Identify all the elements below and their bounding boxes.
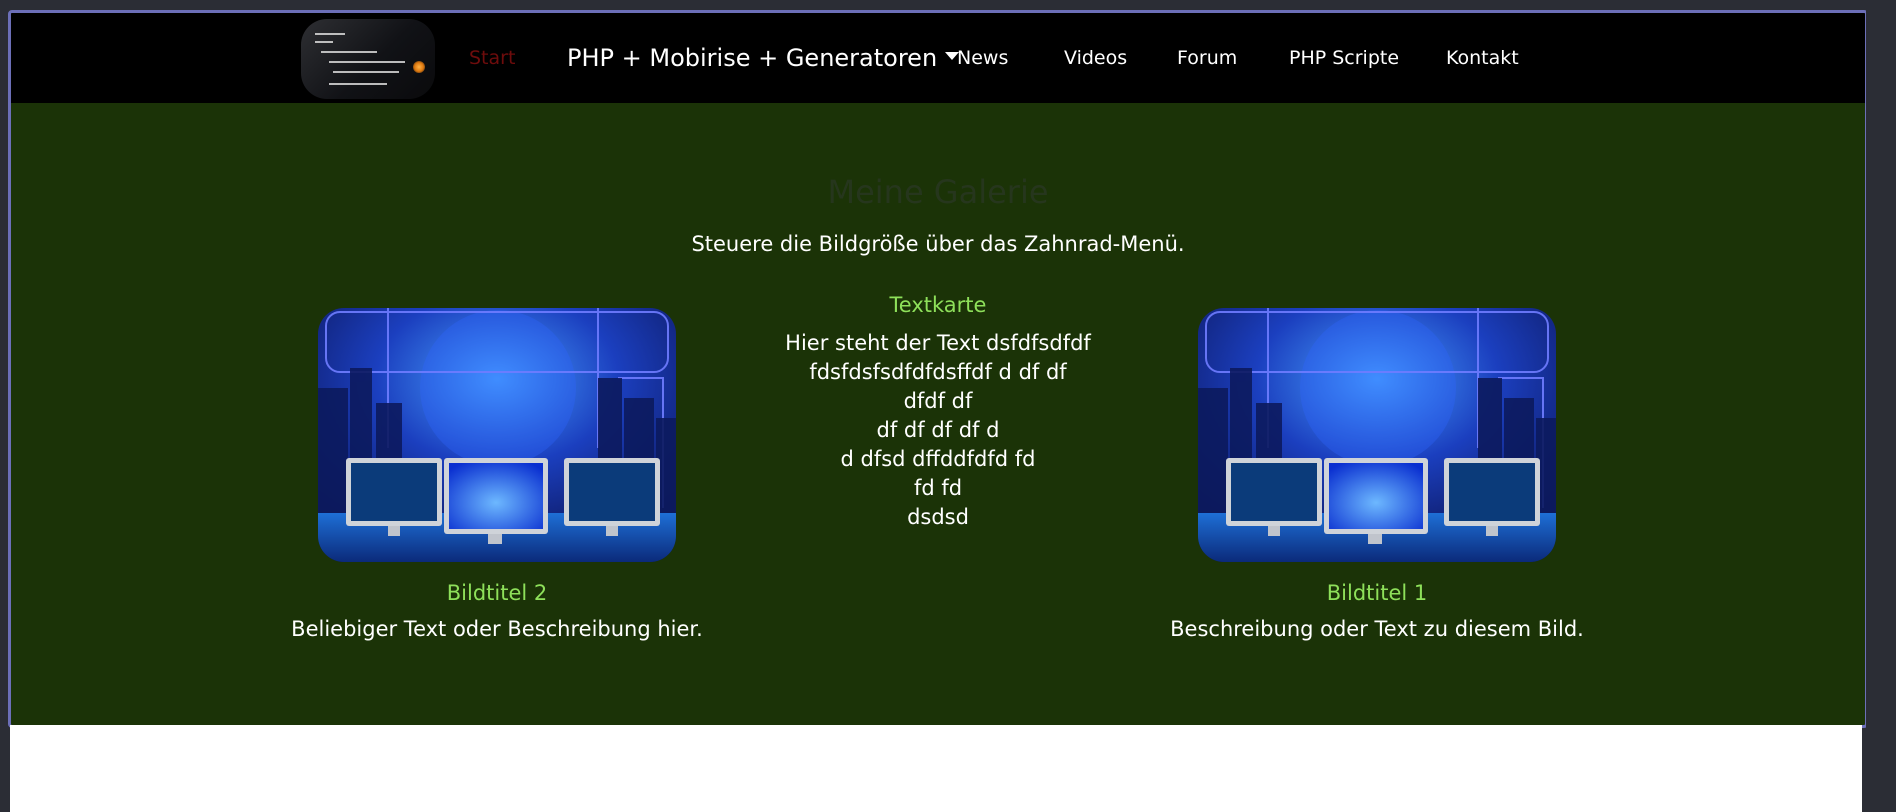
logo-glow <box>413 61 425 73</box>
city-computers-image <box>318 308 676 562</box>
card-description-right: Beschreibung oder Text zu diesem Bild. <box>1170 617 1584 641</box>
logo-code-line <box>321 51 377 53</box>
card-description-left: Beliebiger Text oder Beschreibung hier. <box>291 617 703 641</box>
nav-item-start[interactable]: Start <box>469 13 515 103</box>
text-card-title: Textkarte <box>889 293 987 317</box>
logo-code-line <box>329 83 387 85</box>
page-below-area <box>10 725 1862 812</box>
city-computers-image <box>1198 308 1556 562</box>
navbar: Start PHP + Mobirise + Generatoren News … <box>11 13 1865 103</box>
card-image-right[interactable] <box>1198 308 1556 562</box>
gallery-subtitle: Steuere die Bildgröße über das Zahnrad-M… <box>691 232 1185 256</box>
logo-code-line <box>315 41 333 43</box>
logo-code-line <box>315 33 345 35</box>
text-card-body: Hier steht der Text dsfdfsdfdf fdsfdsfsd… <box>785 331 1091 529</box>
card-title-left: Bildtitel 2 <box>446 581 548 605</box>
nav-item-news[interactable]: News <box>957 13 1008 103</box>
gallery-title: Meine Galerie <box>827 173 1049 211</box>
site-logo[interactable] <box>301 19 435 99</box>
logo-code-line <box>329 61 405 63</box>
nav-item-php-scripte[interactable]: PHP Scripte <box>1289 13 1399 103</box>
page-frame: Start PHP + Mobirise + Generatoren News … <box>8 10 1868 728</box>
logo-code-line <box>333 71 399 73</box>
nav-item-label: PHP + Mobirise + Generatoren <box>567 44 938 72</box>
nav-item-php-mobirise-generatoren[interactable]: PHP + Mobirise + Generatoren <box>567 13 960 103</box>
nav-item-kontakt[interactable]: Kontakt <box>1446 13 1519 103</box>
card-title-right: Bildtitel 1 <box>1326 581 1428 605</box>
nav-item-forum[interactable]: Forum <box>1177 13 1237 103</box>
window-edge <box>1866 0 1896 812</box>
nav-item-videos[interactable]: Videos <box>1064 13 1127 103</box>
card-image-left[interactable] <box>318 308 676 562</box>
